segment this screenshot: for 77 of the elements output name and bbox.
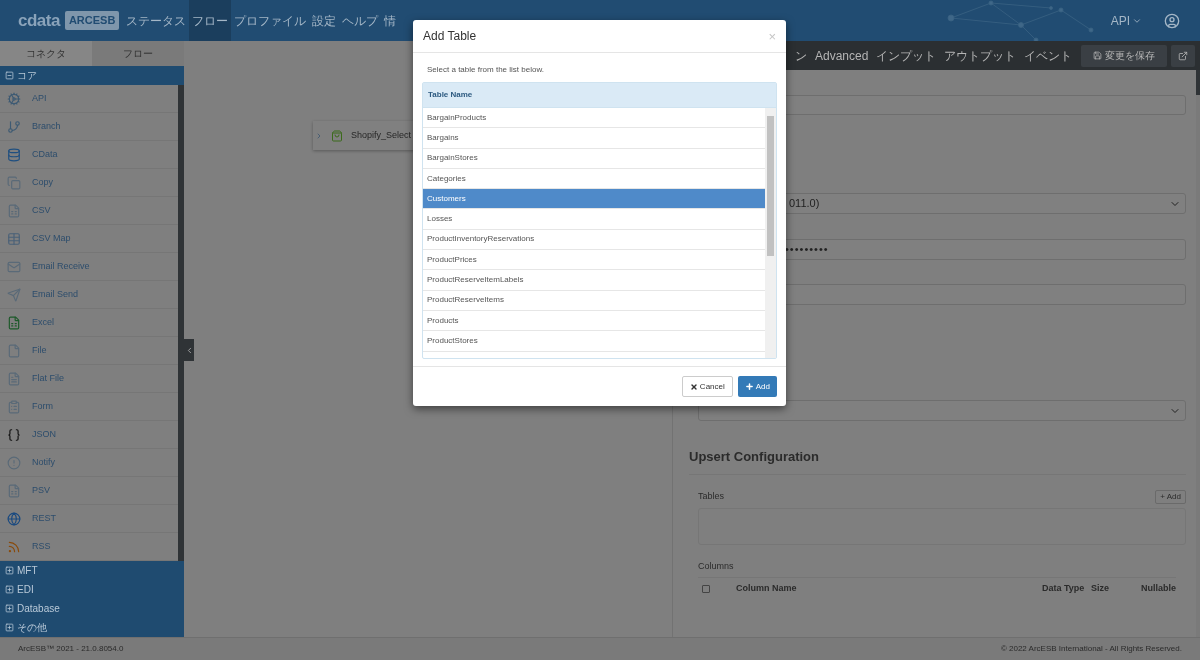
tables-label: Tables	[698, 490, 724, 504]
globe-icon	[7, 511, 21, 526]
save-button[interactable]: 変更を保存	[1081, 44, 1167, 67]
logo-badge: ARCESB	[64, 11, 120, 30]
section-title: Upsert Configuration	[689, 449, 819, 464]
panel-tab[interactable]: アウトプット	[940, 41, 1021, 70]
nav-tab[interactable]: プロファイル	[231, 0, 309, 41]
connector-item[interactable]: REST	[0, 505, 178, 533]
group-label: EDI	[17, 583, 34, 597]
panel-tab[interactable]: Advanced	[811, 41, 873, 70]
collapse-handle[interactable]	[184, 339, 194, 361]
columns-table-header: Column Name Data Type Size Nullable	[698, 576, 1176, 601]
instruction-text: Select a table from the list below.	[427, 64, 545, 76]
copy-icon	[7, 175, 21, 190]
form-icon	[7, 399, 21, 414]
columns-label: Columns	[698, 560, 735, 573]
document-icon	[7, 371, 21, 386]
select-field[interactable]	[698, 400, 1186, 421]
panel-tab[interactable]: イベント	[1020, 41, 1077, 70]
user-menu[interactable]: API	[1110, 11, 1142, 30]
version-text: ArcESB™ 2021 - 21.0.8054.0	[18, 643, 124, 655]
gear-icon	[7, 91, 21, 106]
group-label: コア	[17, 69, 37, 83]
open-external-button[interactable]	[1171, 44, 1195, 67]
table-row[interactable]: Customers	[423, 189, 765, 210]
save-icon	[1093, 51, 1102, 60]
spreadsheet-icon	[7, 483, 21, 498]
expand-icon	[5, 585, 14, 594]
nav-tab[interactable]: フロー	[189, 0, 231, 41]
column-header: Table Name	[423, 83, 776, 108]
database-icon	[7, 147, 21, 162]
nav-tab[interactable]: ヘルプ	[339, 0, 381, 41]
add-table-button[interactable]: + Add	[1155, 490, 1186, 504]
connector-item[interactable]: API	[0, 85, 178, 113]
branch-icon	[7, 119, 21, 134]
connector-item[interactable]: CSV Map	[0, 225, 178, 253]
panel-tab[interactable]: ン	[791, 41, 811, 70]
table-icon	[7, 231, 21, 246]
spreadsheet-icon	[7, 315, 21, 330]
port-icon	[315, 131, 323, 140]
cancel-button[interactable]: Cancel	[681, 376, 733, 397]
file-icon	[7, 343, 21, 358]
nav-tab[interactable]: 情	[381, 0, 399, 41]
copyright-text: © 2022 ArcESB International - All Rights Reserved.	[1000, 643, 1182, 655]
close-icon	[689, 382, 698, 391]
scrollbar[interactable]	[765, 108, 776, 358]
group-header[interactable]: Database	[0, 599, 184, 618]
paper-plane-icon	[7, 287, 21, 302]
select-all-checkbox[interactable]	[702, 585, 710, 593]
braces-icon	[7, 427, 21, 442]
shopping-bag-icon	[331, 129, 343, 142]
nav-tab[interactable]: 設定	[309, 0, 339, 41]
group-label: MFT	[17, 564, 38, 578]
expand-icon	[5, 623, 14, 632]
spreadsheet-icon	[7, 203, 21, 218]
group-header[interactable]: MFT	[0, 561, 184, 580]
group-label: その他	[17, 621, 47, 635]
collapse-icon	[5, 71, 14, 80]
external-link-icon	[1178, 50, 1188, 61]
group-header[interactable]: コア	[0, 66, 184, 85]
group-header[interactable]: EDI	[0, 580, 184, 599]
envelope-icon	[7, 259, 21, 274]
group-header[interactable]: その他	[0, 618, 184, 637]
expand-icon	[5, 604, 14, 613]
rss-icon	[7, 539, 21, 554]
plus-icon	[744, 382, 754, 391]
user-icon[interactable]	[1164, 12, 1180, 29]
nav-tab[interactable]: ステータス	[123, 0, 189, 41]
expand-icon	[5, 566, 14, 575]
logo-text: cdata	[18, 9, 60, 32]
add-button[interactable]: Add	[737, 376, 777, 397]
panel-tab[interactable]: インプット	[872, 41, 941, 70]
scrollbar[interactable]	[178, 85, 184, 561]
alert-icon	[7, 455, 21, 470]
dialog-title: Add Table	[423, 28, 477, 45]
sidebar-tab[interactable]: コネクタ	[0, 41, 92, 66]
group-label: Database	[17, 602, 60, 616]
